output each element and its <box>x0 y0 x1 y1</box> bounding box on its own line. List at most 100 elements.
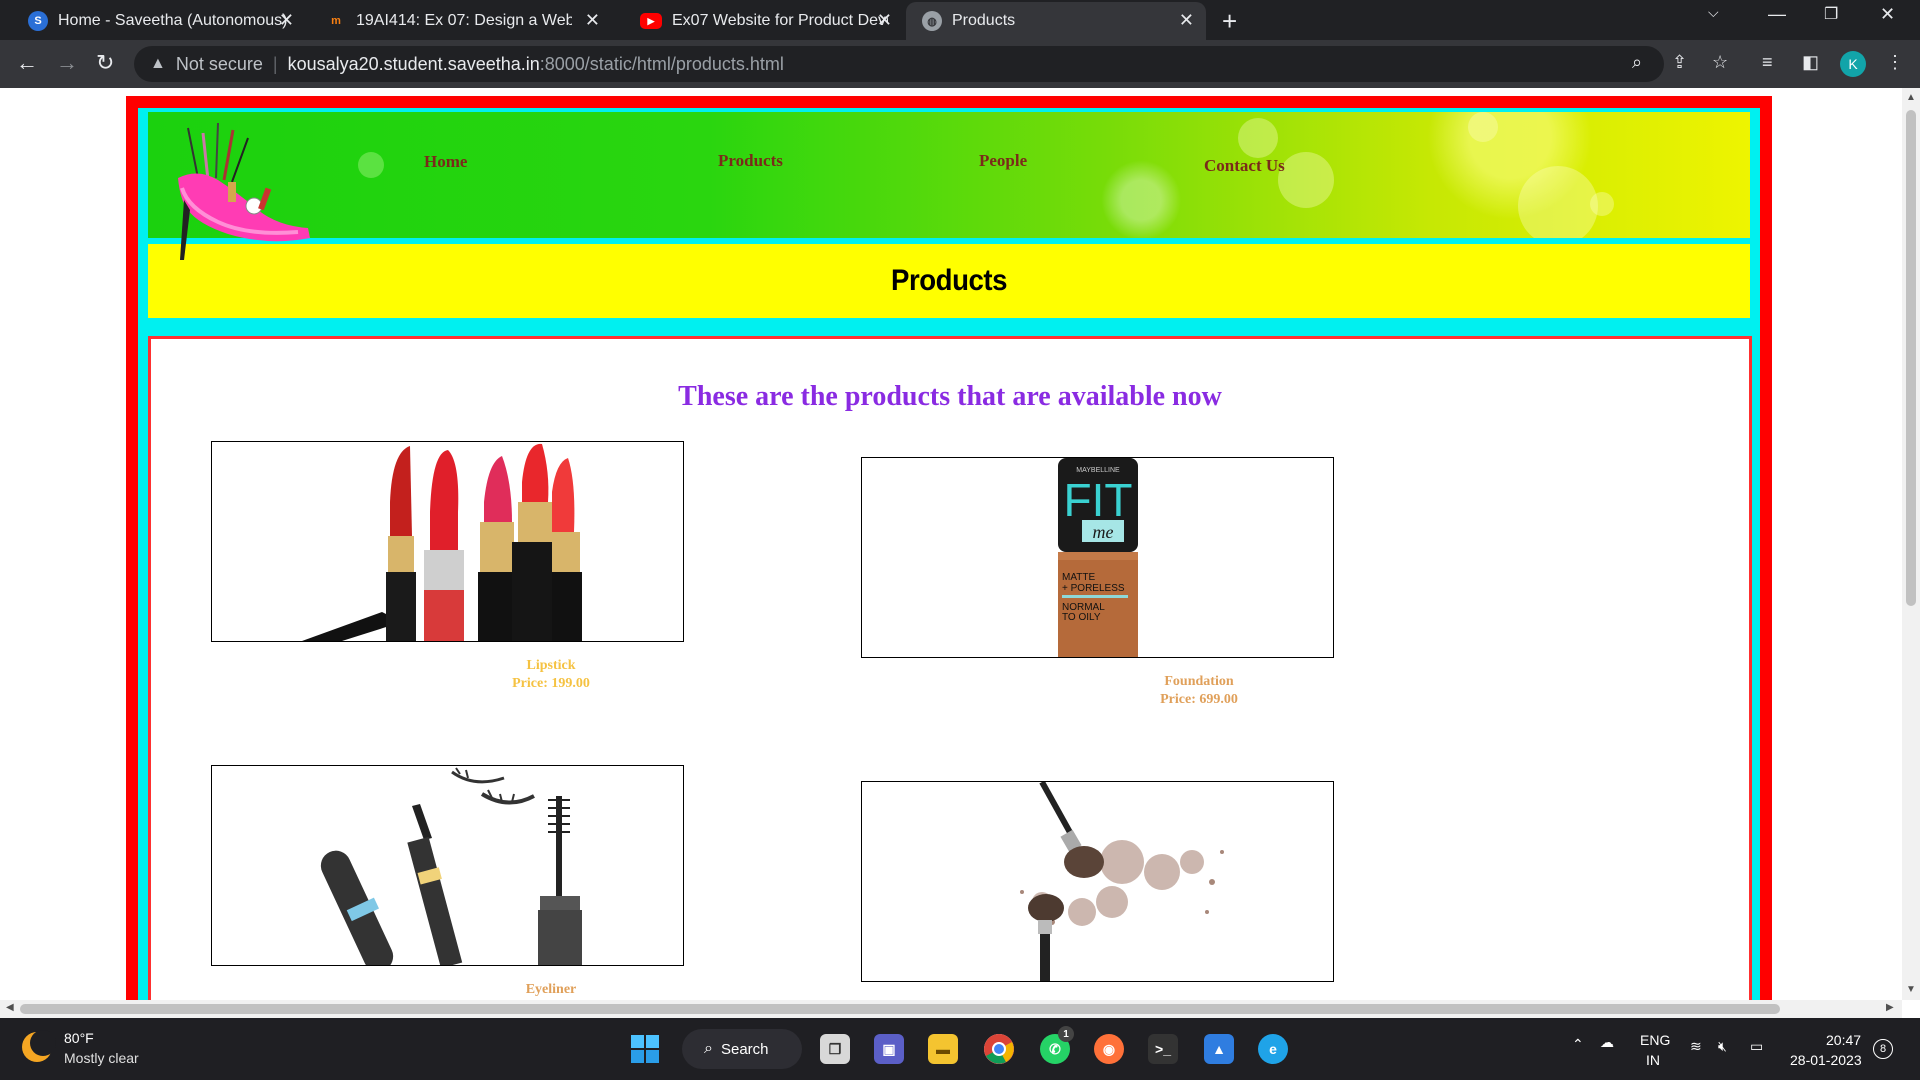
minimize-button[interactable]: — <box>1768 4 1786 25</box>
close-tab-icon[interactable]: ✕ <box>279 10 294 31</box>
side-panel-icon[interactable]: ◧ <box>1802 52 1819 73</box>
product-price: Price: 699.00 <box>1160 692 1238 707</box>
url-field[interactable]: ▲ Not secure | kousalya20.student.saveet… <box>134 46 1664 82</box>
forward-arrow-icon[interactable]: → <box>56 50 78 76</box>
nav-products-link[interactable]: Products <box>718 151 783 171</box>
nav-home-link[interactable]: Home <box>424 152 467 172</box>
scroll-right-arrow-icon[interactable]: ▶ <box>1886 1002 1894 1013</box>
notification-count-badge[interactable]: 8 <box>1873 1039 1893 1059</box>
weather-condition[interactable]: Mostly clear <box>64 1050 139 1066</box>
product-image-foundation[interactable]: MAYBELLINE FIT me MATTE + PORELESS NORMA… <box>861 457 1334 658</box>
weather-moon-icon[interactable] <box>22 1030 56 1062</box>
products-heading: These are the products that are availabl… <box>678 381 1222 412</box>
horizontal-scroll-thumb[interactable] <box>20 1004 1780 1014</box>
search-icon: ⌕ <box>704 1040 713 1057</box>
zoom-icon[interactable]: ⌕ <box>1632 52 1642 73</box>
page-cyan-frame: Home Products People Contact Us Products <box>138 108 1760 1000</box>
restore-button[interactable]: ❐ <box>1824 4 1838 24</box>
page-title: Products <box>891 264 1007 297</box>
security-label[interactable]: Not secure <box>176 54 263 75</box>
whatsapp-badge: 1 <box>1058 1026 1074 1042</box>
language-indicator-eng[interactable]: ENG <box>1640 1032 1670 1048</box>
svg-text:MAYBELLINE: MAYBELLINE <box>1076 467 1120 474</box>
clock-time[interactable]: 20:47 <box>1826 1032 1861 1048</box>
product-name: Eyeliner <box>525 982 577 997</box>
tab-youtube-ex07[interactable]: ▶ Ex07 Website for Product Develo ✕ <box>612 2 904 40</box>
scroll-up-arrow-icon[interactable]: ▲ <box>1906 92 1916 103</box>
battery-icon[interactable]: ▭ <box>1750 1038 1763 1055</box>
product-image-makeup-brushes[interactable] <box>861 781 1334 982</box>
horizontal-scrollbar[interactable]: ◀ ▶ <box>0 1000 1902 1018</box>
url-path: :8000/static/html/products.html <box>539 53 784 74</box>
nav-contact-link[interactable]: Contact Us <box>1204 156 1285 176</box>
new-tab-button[interactable]: + <box>1222 6 1237 37</box>
title-bar: Products <box>148 244 1750 318</box>
profile-avatar[interactable]: K <box>1840 51 1866 77</box>
taskbar-search[interactable]: ⌕ Search <box>682 1029 802 1069</box>
product-caption-lipstick: Lipstick Price: 199.00 <box>451 657 651 693</box>
svg-text:TO OILY: TO OILY <box>1062 612 1101 623</box>
share-icon[interactable]: ⇪ <box>1672 52 1687 73</box>
page-viewport: Home Products People Contact Us Products <box>0 88 1902 1000</box>
product-caption-eyeliner: Eyeliner <box>451 981 651 999</box>
bookmark-star-icon[interactable]: ☆ <box>1712 52 1728 73</box>
address-bar: ← → ↻ ▲ Not secure | kousalya20.student.… <box>0 40 1920 88</box>
product-price: Price: 199.00 <box>512 676 590 691</box>
teams-chat-icon[interactable]: ▣ <box>874 1034 904 1064</box>
product-name: Lipstick <box>526 658 576 673</box>
media-control-icon[interactable]: ≡ <box>1762 52 1773 73</box>
search-label: Search <box>720 1040 769 1058</box>
edge-icon[interactable]: e <box>1258 1034 1288 1064</box>
globe-icon: ◍ <box>922 11 942 31</box>
onedrive-cloud-icon[interactable]: ☁ <box>1600 1034 1614 1051</box>
terminal-icon[interactable]: >_ <box>1148 1034 1178 1064</box>
firefox-icon[interactable]: ◉ <box>1094 1034 1124 1064</box>
volume-muted-icon[interactable]: 🔇︎ <box>1718 1038 1727 1055</box>
vertical-scrollbar[interactable]: ▲ ▼ <box>1902 88 1920 1000</box>
tab-products[interactable]: ◍ Products ✕ <box>906 2 1206 40</box>
photos-icon[interactable]: ▲ <box>1204 1034 1234 1064</box>
language-indicator-in[interactable]: IN <box>1646 1052 1660 1068</box>
product-name: Foundation <box>1164 674 1234 689</box>
tab-19ai414[interactable]: m 19AI414: Ex 07: Design a Website ✕ <box>306 2 612 40</box>
tab-bar: S Home - Saveetha (Autonomous) ✕ m 19AI4… <box>0 0 1920 40</box>
header-banner: Home Products People Contact Us <box>148 112 1750 238</box>
close-tab-icon[interactable]: ✕ <box>1179 10 1194 31</box>
tab-search-chevron-icon[interactable]: ⌵ <box>1708 4 1719 21</box>
nav-people-link[interactable]: People <box>979 151 1027 171</box>
clock-date[interactable]: 28-01-2023 <box>1790 1052 1862 1068</box>
vertical-scroll-thumb[interactable] <box>1906 110 1916 606</box>
url-host: kousalya20.student.saveetha.in <box>287 53 540 74</box>
svg-text:MATTE: MATTE <box>1062 572 1095 583</box>
page-outer-red-frame: Home Products People Contact Us Products <box>126 96 1772 1000</box>
saveetha-icon: S <box>28 11 48 31</box>
close-tab-icon[interactable]: ✕ <box>877 10 892 31</box>
file-explorer-icon[interactable]: ▬ <box>928 1034 958 1064</box>
close-tab-icon[interactable]: ✕ <box>585 10 600 31</box>
logo-high-heel-icon <box>178 122 310 260</box>
close-window-button[interactable]: ✕ <box>1880 4 1895 25</box>
scroll-left-arrow-icon[interactable]: ◀ <box>6 1002 14 1013</box>
windows-taskbar: 80°F Mostly clear ⌕ Search ❐ ▣ ▬ ✆ 1 ◉ >… <box>0 1018 1920 1080</box>
menu-kebab-icon[interactable]: ⋮ <box>1886 52 1904 73</box>
reload-icon[interactable]: ↻ <box>96 50 114 76</box>
youtube-icon: ▶ <box>640 13 662 29</box>
product-caption-foundation: Foundation Price: 699.00 <box>1099 673 1299 709</box>
task-view-icon[interactable]: ❐ <box>820 1034 850 1064</box>
product-image-eyeliner[interactable] <box>211 765 684 966</box>
products-content-panel: These are the products that are availabl… <box>148 336 1752 1000</box>
chrome-icon[interactable] <box>984 1034 1014 1064</box>
back-arrow-icon[interactable]: ← <box>16 50 38 76</box>
scroll-down-arrow-icon[interactable]: ▼ <box>1906 984 1916 995</box>
tray-overflow-chevron-icon[interactable]: ⌃ <box>1572 1036 1584 1053</box>
svg-text:me: me <box>1093 522 1114 542</box>
warning-triangle-icon: ▲ <box>150 55 166 72</box>
product-image-lipstick[interactable] <box>211 441 684 642</box>
weather-temperature[interactable]: 80°F <box>64 1030 94 1046</box>
svg-text:FIT: FIT <box>1064 474 1133 526</box>
moodle-icon: m <box>331 15 341 27</box>
tab-home-saveetha[interactable]: S Home - Saveetha (Autonomous) ✕ <box>0 2 306 40</box>
wifi-icon[interactable]: ≋ <box>1690 1038 1702 1055</box>
url-separator: | <box>272 53 278 74</box>
windows-start-icon[interactable] <box>630 1034 660 1064</box>
